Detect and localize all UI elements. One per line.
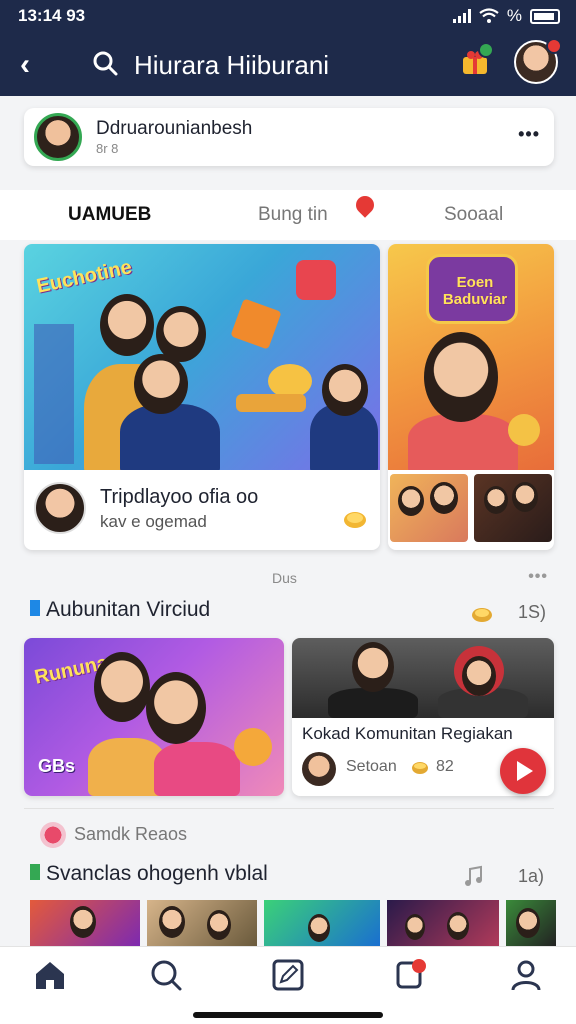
feature-main-image: Euchotine xyxy=(24,244,380,470)
feature-main-title: Tripdlayoo ofia oo xyxy=(100,486,259,508)
location-pin-icon xyxy=(352,192,378,218)
battery-percent: % xyxy=(506,6,522,25)
section1-count[interactable]: 1S) xyxy=(518,602,546,623)
thumb-side-2[interactable] xyxy=(474,474,552,542)
thumbnail-5[interactable] xyxy=(506,900,556,946)
community-card-1[interactable]: Rununan GBs xyxy=(24,638,284,796)
heart-icon xyxy=(40,822,66,848)
feature-card-main[interactable]: Euchotine Tripdlayoo ofia oo kav e ogema… xyxy=(24,244,380,550)
signal-icon xyxy=(452,9,471,23)
section-divider xyxy=(24,808,554,809)
section2-kicker: Samdk Reaos xyxy=(74,824,188,844)
tab-uamueb[interactable]: UAMUEB xyxy=(68,204,151,226)
community-card-2-avatar xyxy=(302,752,336,786)
community-card-1-image: Rununan GBs xyxy=(24,638,284,796)
edit-icon[interactable] xyxy=(270,957,306,993)
feature-divider: Dus ••• xyxy=(24,568,554,588)
status-bar: 13:14 93 % xyxy=(0,0,576,34)
bookmark-icon xyxy=(30,600,40,616)
top-bar: 13:14 93 % ‹ Hiurara Hiiburani xyxy=(0,0,576,96)
page-title: Hiurara Hiiburani xyxy=(134,50,330,80)
gift-badge xyxy=(478,42,494,58)
search-icon[interactable] xyxy=(92,50,118,76)
profile-card[interactable]: Ddruarounianbesh 8r 8 ••• xyxy=(24,108,554,166)
chevron-left-icon[interactable]: ‹ xyxy=(20,48,30,82)
thumb-side-1[interactable] xyxy=(390,474,468,542)
thumbnail-3[interactable] xyxy=(264,900,380,946)
thumbnail-4[interactable] xyxy=(387,900,499,946)
feature-divider-label: Dus xyxy=(272,570,297,586)
coin-icon xyxy=(472,608,492,622)
community-card-2-image xyxy=(292,638,554,718)
feature-author-avatar xyxy=(34,482,86,534)
coin-icon xyxy=(412,762,428,774)
app-header: ‹ Hiurara Hiiburani xyxy=(0,36,576,94)
tab-sooaal[interactable]: Sooaal xyxy=(444,204,503,226)
search-icon[interactable] xyxy=(148,957,184,993)
status-time: 13:14 93 xyxy=(18,6,86,25)
section1-title: Aubunitan Virciud xyxy=(46,598,211,621)
community-card-2-count: 82 xyxy=(436,758,454,775)
thumbnail-strip xyxy=(30,900,556,946)
feature-side-image: Eoen Baduviar xyxy=(388,244,554,470)
section2-title: Svanclas ohogenh vblal xyxy=(46,862,268,885)
bookmark-icon xyxy=(30,864,40,880)
coin-icon xyxy=(344,512,366,528)
wifi-icon xyxy=(479,8,499,23)
community-card-2-meta: Setoan xyxy=(346,758,397,775)
feature-card-side[interactable]: Eoen Baduviar xyxy=(388,244,554,550)
section2-count[interactable]: 1a) xyxy=(518,866,544,887)
thumbnail-2[interactable] xyxy=(147,900,257,946)
feature-side-image-text: Eoen Baduviar xyxy=(442,274,508,308)
play-button[interactable] xyxy=(500,748,546,794)
profile-icon[interactable] xyxy=(508,957,544,993)
thumbnail-1[interactable] xyxy=(30,900,140,946)
profile-subtitle: 8r 8 xyxy=(96,141,119,156)
more-options-icon[interactable]: ••• xyxy=(518,124,540,145)
battery-icon xyxy=(530,8,560,24)
community-card-2-title: Kokad Komunitan Regiakan xyxy=(302,724,513,743)
status-right: % xyxy=(452,6,560,26)
home-icon[interactable] xyxy=(32,957,68,993)
avatar-badge xyxy=(546,38,562,54)
profile-name: Ddruarounianbesh xyxy=(96,118,253,139)
notification-icon[interactable] xyxy=(392,957,428,993)
profile-avatar xyxy=(34,113,82,161)
more-options-icon[interactable]: ••• xyxy=(528,568,548,586)
home-indicator xyxy=(193,1012,383,1018)
feature-main-image-text: Euchotine xyxy=(34,256,134,298)
tab-bar: UAMUEB Bung tin Sooaal xyxy=(0,190,576,240)
music-note-icon xyxy=(465,865,482,886)
feature-main-subtitle: kav e ogemad xyxy=(100,512,207,531)
community-card-1-caption: GBs xyxy=(38,756,76,776)
tab-bung-tin[interactable]: Bung tin xyxy=(258,204,328,226)
